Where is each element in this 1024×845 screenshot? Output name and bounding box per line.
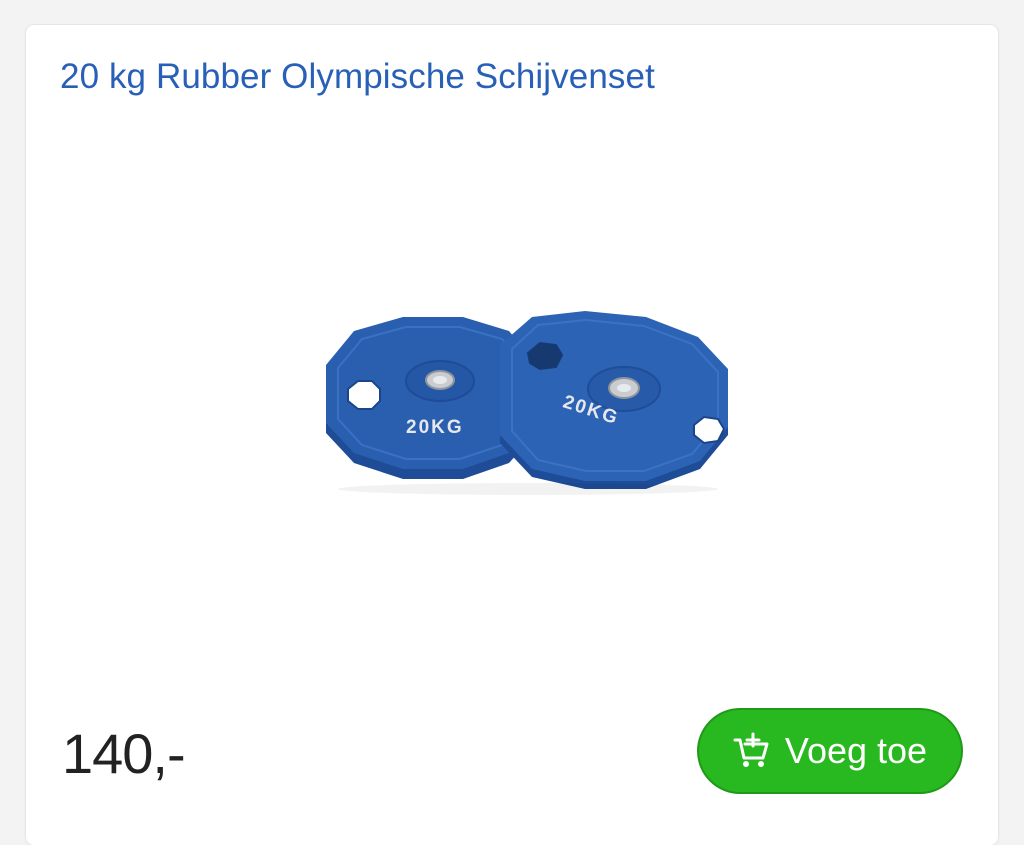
plate-right-hole-bottom (693, 415, 726, 445)
add-to-cart-icon (733, 732, 771, 770)
plate-left-label: 20KG (406, 417, 464, 438)
product-card: 20 kg Rubber Olympische Schijvenset 20KG… (26, 25, 998, 845)
plate-left-sleeve-shine (433, 376, 447, 384)
product-title[interactable]: 20 kg Rubber Olympische Schijvenset (60, 57, 655, 97)
plates-shadow (338, 483, 718, 495)
plate-right-sleeve-shine (617, 384, 631, 392)
product-price: 140,- (62, 722, 186, 785)
product-image[interactable]: 20KG 20KG (288, 293, 748, 498)
add-to-cart-label: Voeg toe (784, 730, 928, 771)
add-to-cart-button[interactable]: Voeg toe (697, 708, 963, 794)
plate-left-hole (347, 380, 381, 410)
